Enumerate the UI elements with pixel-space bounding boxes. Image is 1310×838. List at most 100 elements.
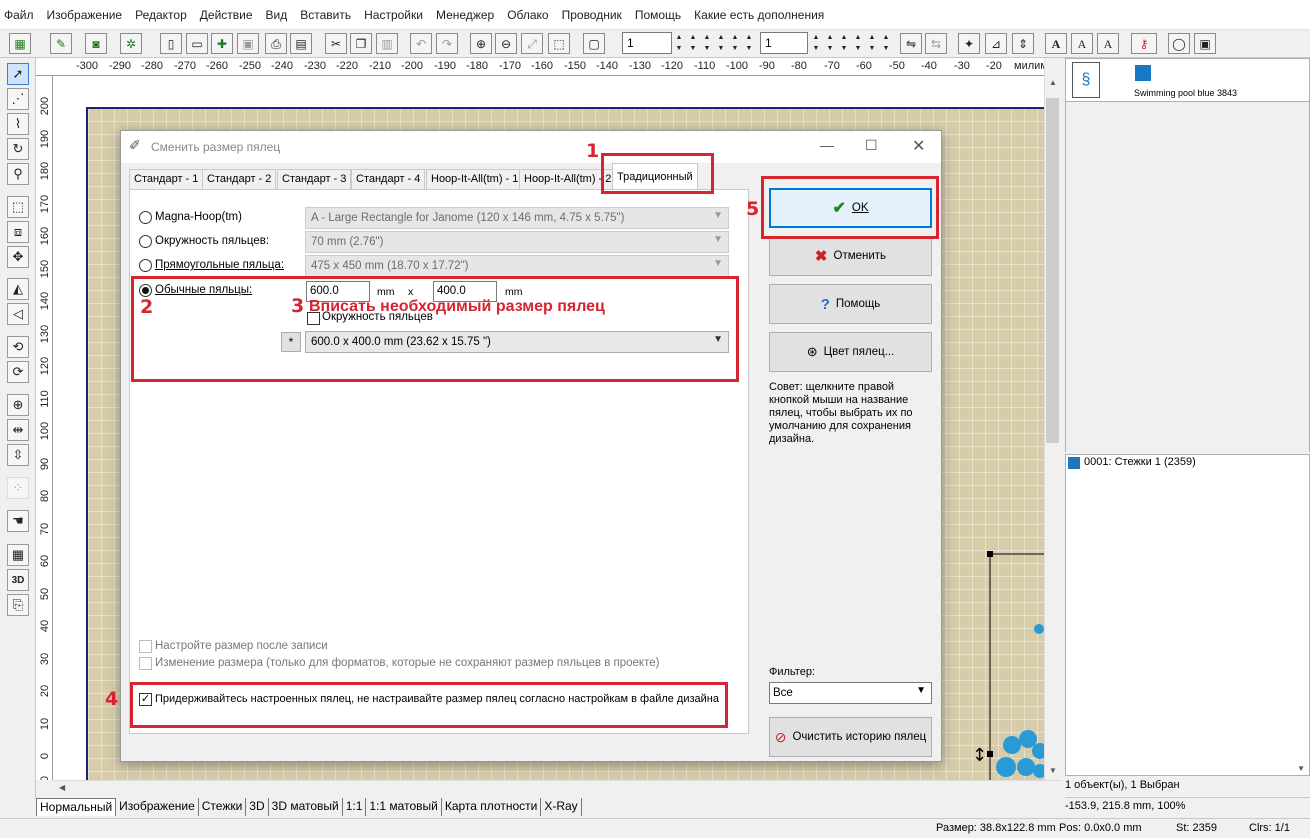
hoop-icon[interactable]: ▢	[583, 33, 605, 54]
close-icon[interactable]: ✕	[912, 136, 925, 156]
align-icon[interactable]: ⇕	[1012, 33, 1034, 54]
toolbar-field-1[interactable]: 1	[622, 32, 672, 54]
rotate-icon[interactable]: ⇆	[925, 33, 947, 54]
key-icon[interactable]: ⚷	[1131, 33, 1157, 54]
tab-standard-4[interactable]: Стандарт - 4	[351, 169, 426, 189]
print-icon[interactable]: ⎙	[265, 33, 287, 54]
spin-5-icon[interactable]: ▲ ▼	[729, 32, 741, 54]
toolbar-field-2[interactable]: 1	[760, 32, 808, 54]
menu-addons[interactable]: Какие есть дополнения	[694, 8, 824, 22]
stitch-select-icon[interactable]: ⋰	[7, 88, 29, 110]
tab-standard-1[interactable]: Стандарт - 1	[129, 169, 204, 189]
rect-select[interactable]: 475 x 450 mm (18.70 x 17.72") ▼	[305, 255, 729, 277]
cancel-button[interactable]: ✖ Отменить	[769, 236, 932, 276]
tab-hoop-it-all-1[interactable]: Hoop-It-All(tm) - 1	[426, 169, 524, 189]
open-file-icon[interactable]: ▭	[186, 33, 208, 54]
vertical-scrollbar[interactable]: ▲ ▼	[1044, 58, 1061, 780]
scroll-tool-icon[interactable]: ⎘	[7, 594, 29, 616]
menu-settings[interactable]: Настройки	[364, 8, 423, 22]
tab-standard-3[interactable]: Стандарт - 3	[277, 169, 352, 189]
hand-icon[interactable]: ☚	[7, 510, 29, 532]
disabled-tool-icon[interactable]: ⁘	[7, 477, 29, 499]
spin-11-icon[interactable]: ▲ ▼	[866, 32, 878, 54]
tab-normal[interactable]: Нормальный	[36, 798, 117, 816]
crop-icon[interactable]: ⧈	[7, 221, 29, 243]
clipboard-icon[interactable]: ▤	[290, 33, 312, 54]
menu-manager[interactable]: Менеджер	[436, 8, 494, 22]
hoop-color-button[interactable]: ⊛ Цвет пялец...	[769, 332, 932, 372]
menu-explorer[interactable]: Проводник	[562, 8, 622, 22]
object-item[interactable]: 0001: Стежки 1 (2359)	[1084, 456, 1196, 468]
undo-icon[interactable]: ↶	[410, 33, 432, 54]
align-horizontal-icon[interactable]: ⇹	[7, 419, 29, 441]
spin-1-icon[interactable]: ▲ ▼	[673, 32, 685, 54]
filter-select[interactable]: Все ▼	[769, 682, 932, 704]
zoom-fit-icon[interactable]: ⬚	[548, 33, 570, 54]
scroll-thumb[interactable]	[1046, 98, 1059, 443]
preview-icon[interactable]: ▦	[7, 544, 29, 566]
menu-action[interactable]: Действие	[200, 8, 253, 22]
spin-4-icon[interactable]: ▲ ▼	[715, 32, 727, 54]
move-icon[interactable]: ✥	[7, 246, 29, 268]
menu-insert[interactable]: Вставить	[300, 8, 351, 22]
spin-3-icon[interactable]: ▲ ▼	[701, 32, 713, 54]
tab-3d[interactable]: 3D	[246, 798, 269, 816]
redo-icon[interactable]: ↷	[436, 33, 458, 54]
spin-9-icon[interactable]: ▲ ▼	[838, 32, 850, 54]
cut-icon[interactable]: ✂	[325, 33, 347, 54]
wand-icon[interactable]: ✲	[120, 33, 142, 54]
mirror-icon[interactable]: ⇋	[900, 33, 922, 54]
flip-vertical-icon[interactable]: ◁	[7, 303, 29, 325]
center-icon[interactable]: ⊕	[7, 394, 29, 416]
scroll-down-icon[interactable]: ▼	[1297, 764, 1305, 773]
copy-icon[interactable]: ❐	[350, 33, 372, 54]
new-file-icon[interactable]: ▯	[160, 33, 182, 54]
menu-image[interactable]: Изображение	[47, 8, 123, 22]
zoom-out-icon[interactable]: ⊖	[495, 33, 517, 54]
camera-icon[interactable]: ◙	[85, 33, 107, 54]
adjust-after-save-checkbox[interactable]	[139, 640, 152, 653]
spin-2-icon[interactable]: ▲ ▼	[687, 32, 699, 54]
zoom-tool-icon[interactable]: ⚲	[7, 163, 29, 185]
spin-8-icon[interactable]: ▲ ▼	[824, 32, 836, 54]
spin-10-icon[interactable]: ▲ ▼	[852, 32, 864, 54]
resize-formats-checkbox[interactable]	[139, 657, 152, 670]
radio-magna-hoop[interactable]	[139, 211, 152, 224]
machine-icon[interactable]: ▦	[9, 33, 31, 54]
disk-icon[interactable]: ▣	[1194, 33, 1216, 54]
zoom-in-icon[interactable]: ⊕	[470, 33, 492, 54]
select-arrow-icon[interactable]: ➚	[7, 63, 29, 85]
rotate-tool-icon[interactable]: ↻	[7, 138, 29, 160]
tab-1-1-matte[interactable]: 1:1 матовый	[366, 798, 442, 816]
shape-icon[interactable]: ◯	[1168, 33, 1190, 54]
tab-xray[interactable]: X-Ray	[541, 798, 582, 816]
thread-swatch[interactable]	[1135, 65, 1151, 81]
monogram-icon[interactable]: A	[1097, 33, 1119, 54]
spin-7-icon[interactable]: ▲ ▼	[810, 32, 822, 54]
tab-image[interactable]: Изображение	[116, 798, 199, 816]
spin-12-icon[interactable]: ▲ ▼	[880, 32, 892, 54]
minimize-icon[interactable]: —	[820, 137, 834, 153]
stitch-tool-icon[interactable]: ✎	[50, 33, 72, 54]
magic-icon[interactable]: ✦	[958, 33, 980, 54]
flip-horizontal-icon[interactable]: ◭	[7, 278, 29, 300]
zoom-actual-icon[interactable]: ⤢	[521, 33, 543, 54]
menu-cloud[interactable]: Облако	[507, 8, 548, 22]
design-selection[interactable]: ↕	[960, 545, 1044, 780]
pattern-icon[interactable]: ⊿	[985, 33, 1007, 54]
spin-6-icon[interactable]: ▲ ▼	[743, 32, 755, 54]
horizontal-scrollbar[interactable]: ◀	[53, 780, 1061, 797]
menu-help[interactable]: Помощь	[635, 8, 681, 22]
lasso-icon[interactable]: ⌇	[7, 113, 29, 135]
help-button[interactable]: ? Помощь	[769, 284, 932, 324]
circle-select[interactable]: 70 mm (2.76") ▼	[305, 231, 729, 253]
menu-view[interactable]: Вид	[266, 8, 288, 22]
clear-history-button[interactable]: ⊘ Очистить историю пялец	[769, 717, 932, 757]
maximize-icon[interactable]: ☐	[865, 137, 878, 154]
magna-select[interactable]: A - Large Rectangle for Janome (120 x 14…	[305, 207, 729, 229]
menu-editor[interactable]: Редактор	[135, 8, 187, 22]
menu-file[interactable]: Файл	[4, 8, 34, 22]
tab-1-1[interactable]: 1:1	[343, 798, 367, 816]
tab-3d-matte[interactable]: 3D матовый	[269, 798, 343, 816]
rotate-right-icon[interactable]: ⟳	[7, 361, 29, 383]
